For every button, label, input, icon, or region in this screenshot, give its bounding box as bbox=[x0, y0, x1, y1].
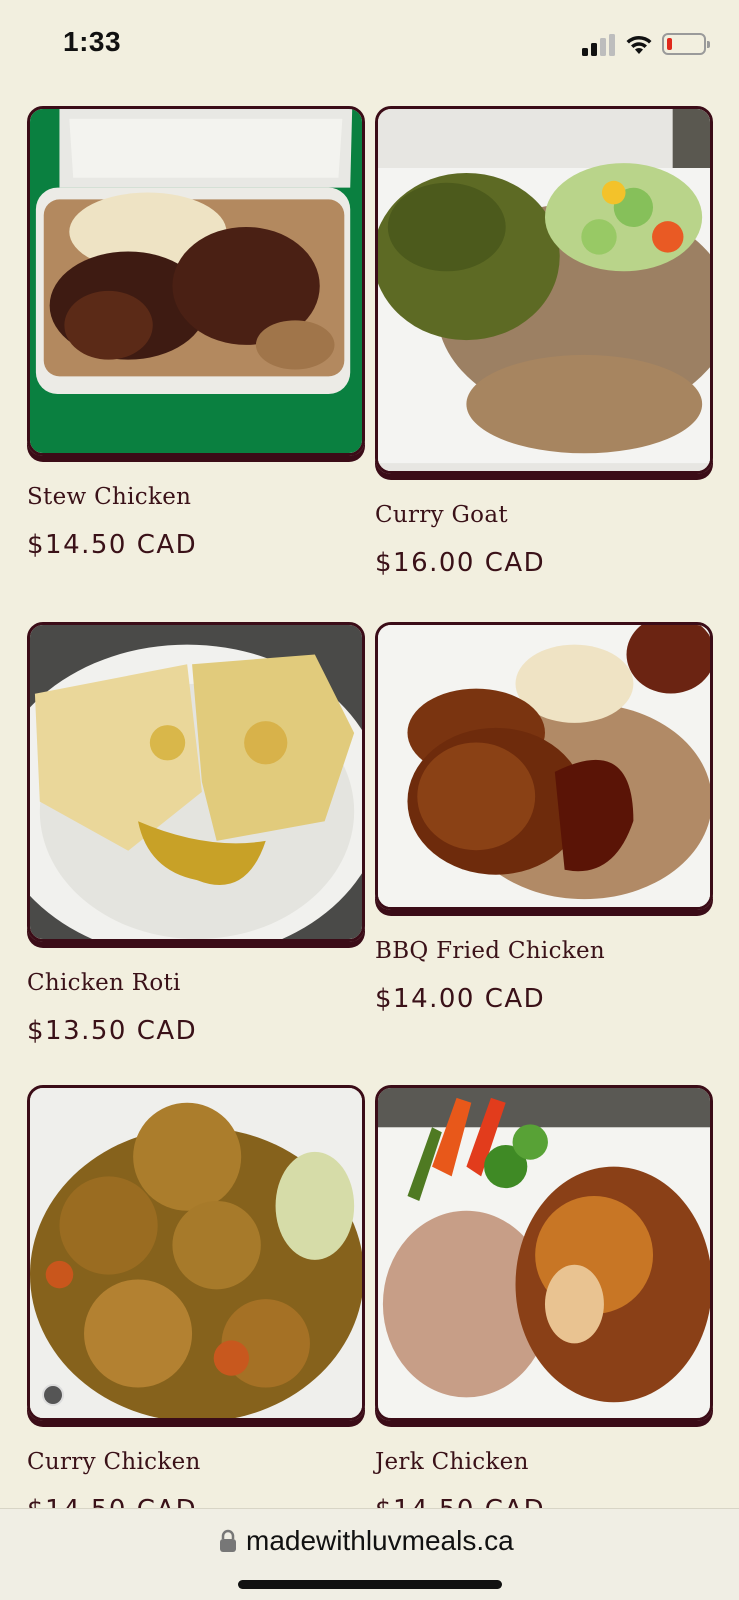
product-name[interactable]: Curry Goat bbox=[375, 502, 713, 528]
product-card[interactable]: Stew Chicken $14.50 CAD bbox=[27, 106, 365, 560]
product-card[interactable]: BBQ Fried Chicken $14.00 CAD bbox=[375, 622, 713, 1014]
product-price: $13.50 CAD bbox=[27, 1016, 198, 1046]
product-name[interactable]: BBQ Fried Chicken bbox=[375, 938, 713, 964]
status-time: 1:33 bbox=[63, 26, 122, 57]
home-indicator[interactable] bbox=[238, 1580, 502, 1589]
product-image-chicken-roti[interactable] bbox=[27, 622, 365, 942]
product-card[interactable]: Chicken Roti $13.50 CAD bbox=[27, 622, 365, 1046]
product-price: $16.00 CAD bbox=[375, 548, 546, 578]
browser-address-bar[interactable]: madewithluvmeals.ca bbox=[0, 1508, 739, 1600]
battery-icon bbox=[662, 33, 710, 55]
product-card[interactable]: Curry Chicken $14.50 CAD bbox=[27, 1085, 365, 1525]
product-price: $14.00 CAD bbox=[375, 984, 546, 1014]
product-name[interactable]: Curry Chicken bbox=[27, 1449, 365, 1475]
wifi-icon bbox=[624, 32, 654, 56]
product-name[interactable]: Stew Chicken bbox=[27, 484, 365, 510]
product-name[interactable]: Jerk Chicken bbox=[375, 1449, 713, 1475]
product-image-stew-chicken[interactable] bbox=[27, 106, 365, 456]
product-image-curry-goat[interactable] bbox=[375, 106, 713, 474]
product-card[interactable]: Curry Goat $16.00 CAD bbox=[375, 106, 713, 578]
status-bar: 1:33 bbox=[0, 0, 739, 88]
cellular-signal-icon bbox=[582, 34, 616, 56]
user-avatar-icon bbox=[42, 1384, 64, 1406]
product-price: $14.50 CAD bbox=[27, 530, 198, 560]
product-image-jerk-chicken[interactable] bbox=[375, 1085, 713, 1421]
product-image-curry-chicken[interactable] bbox=[27, 1085, 365, 1421]
lock-icon bbox=[219, 1529, 237, 1553]
product-card[interactable]: Jerk Chicken $14.50 CAD bbox=[375, 1085, 713, 1525]
url-text[interactable]: madewithluvmeals.ca bbox=[246, 1525, 514, 1557]
product-image-bbq-fried-chicken[interactable] bbox=[375, 622, 713, 910]
product-name[interactable]: Chicken Roti bbox=[27, 970, 365, 996]
